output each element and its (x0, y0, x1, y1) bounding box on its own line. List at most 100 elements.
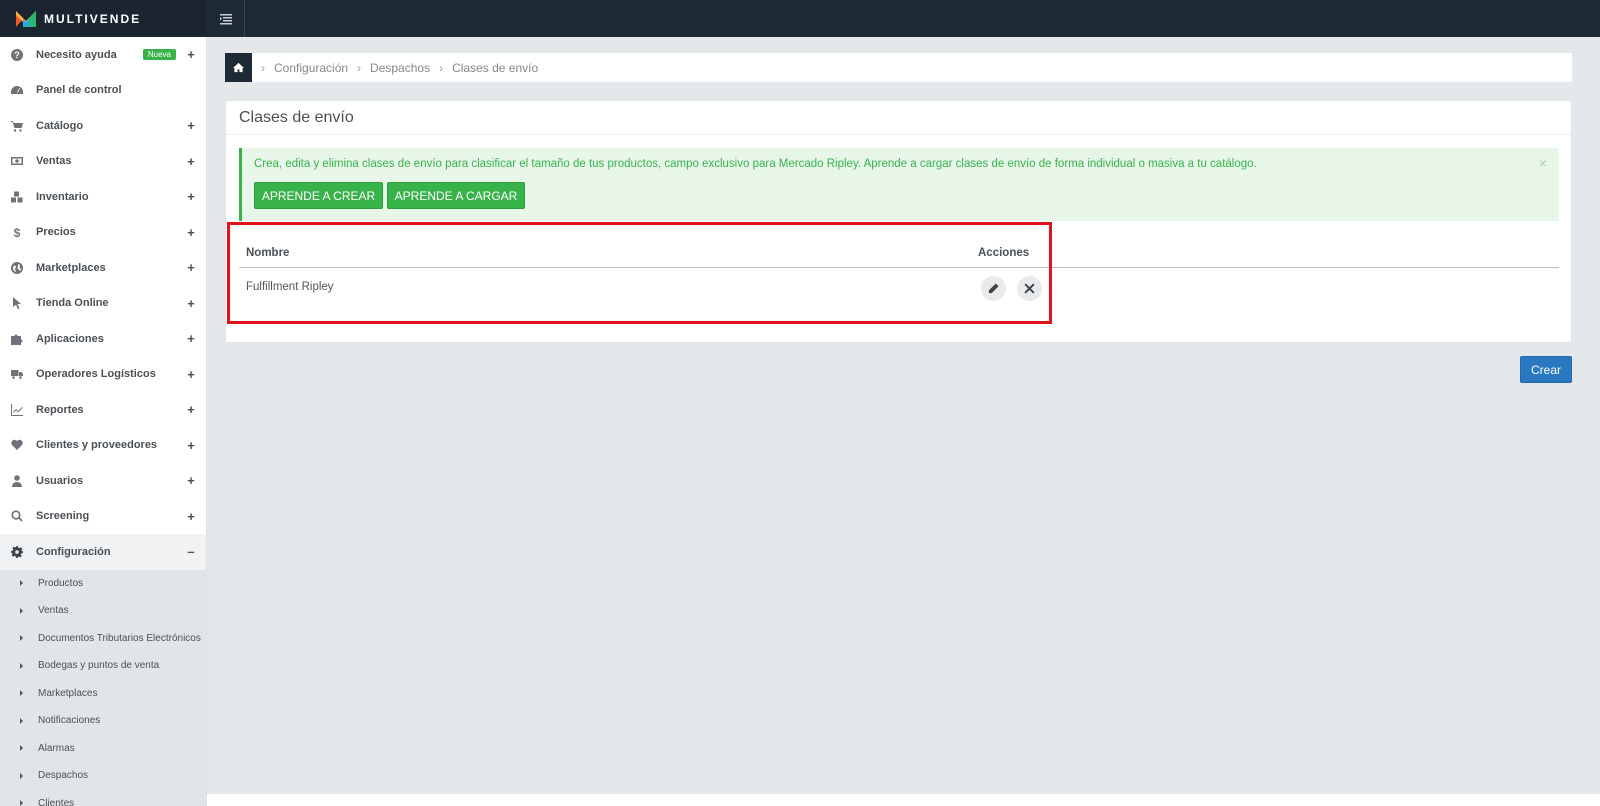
sidebar-item-dashboard[interactable]: Panel de control (0, 73, 206, 109)
sidebar-item-label: Screening (36, 510, 90, 523)
line-chart-icon (10, 403, 24, 417)
sidebar-item-label: Aplicaciones (36, 332, 104, 345)
breadcrumb-item-configuration[interactable]: Configuración (274, 61, 348, 75)
subnav-item-marketplaces[interactable]: Marketplaces (0, 680, 206, 708)
subnav-item-label: Productos (38, 577, 84, 589)
subnav-item-warehouses[interactable]: Bodegas y puntos de venta (0, 652, 206, 680)
dashboard-icon (10, 83, 24, 97)
sidebar-item-label: Usuarios (36, 474, 84, 487)
expand-icon: + (187, 366, 195, 382)
caret-right-icon (20, 745, 23, 752)
subnav-item-label: Marketplaces (38, 687, 98, 699)
shipping-classes-table: Nombre Acciones Fulfillment Ripley (239, 238, 1559, 308)
main-content: › Configuración › Despachos › Clases de … (207, 37, 1600, 806)
sidebar-item-catalog[interactable]: Catálogo + (0, 108, 206, 144)
caret-right-icon (20, 580, 23, 587)
sidebar-item-label: Catálogo (36, 119, 84, 132)
subnav-item-label: Alarmas (38, 742, 75, 754)
sidebar-item-applications[interactable]: Aplicaciones + (0, 321, 206, 357)
svg-text:?: ? (14, 50, 20, 60)
page-title: Clases de envío (226, 101, 1571, 135)
subnav-item-notifications[interactable]: Notificaciones (0, 707, 206, 735)
subnav-item-label: Documentos Tributarios Electrónicos (38, 632, 201, 644)
close-icon[interactable]: × (1539, 155, 1547, 171)
subnav-item-clients[interactable]: Clientes (0, 790, 206, 806)
delete-button[interactable] (1017, 276, 1042, 301)
sidebar-item-label: Tienda Online (36, 297, 109, 310)
subnav-item-label: Despachos (38, 770, 89, 782)
menu-toggle-icon (219, 13, 232, 24)
edit-button[interactable] (981, 276, 1006, 301)
heart-icon (10, 438, 24, 452)
sidebar-item-help[interactable]: ? Necesito ayuda Nueva + (0, 37, 206, 73)
sidebar-item-label: Marketplaces (36, 261, 106, 274)
create-button[interactable]: Crear (1520, 356, 1572, 383)
info-alert: Crea, edita y elimina clases de envío pa… (239, 148, 1559, 221)
sidebar-item-label: Necesito ayuda (36, 48, 117, 61)
shipping-classes-panel: Clases de envío Crea, edita y elimina cl… (225, 100, 1572, 343)
breadcrumb: › Configuración › Despachos › Clases de … (225, 53, 1572, 82)
subnav-item-sales[interactable]: Ventas (0, 597, 206, 625)
multivende-logo-icon (16, 10, 36, 27)
dollar-icon: $ (10, 225, 24, 239)
svg-text:$: $ (14, 226, 21, 238)
user-icon (10, 474, 24, 488)
sidebar: ? Necesito ayuda Nueva + Panel de contro… (0, 37, 207, 806)
expand-icon: + (187, 508, 195, 524)
sidebar-item-marketplaces[interactable]: Marketplaces + (0, 250, 206, 286)
cart-icon (10, 119, 24, 133)
expand-icon: + (187, 437, 195, 453)
breadcrumb-item-shipping[interactable]: Despachos (370, 61, 430, 75)
column-header-name[interactable]: Nombre (246, 247, 289, 259)
sidebar-item-online-store[interactable]: Tienda Online + (0, 286, 206, 322)
alert-text: Crea, edita y elimina clases de envío pa… (254, 158, 1257, 170)
sidebar-item-clients-suppliers[interactable]: Clientes y proveedores + (0, 428, 206, 464)
subnav-item-label: Ventas (38, 605, 69, 617)
truck-icon (10, 367, 24, 381)
expand-icon: + (187, 224, 195, 240)
gear-icon (10, 545, 24, 559)
sidebar-item-users[interactable]: Usuarios + (0, 463, 206, 499)
sidebar-item-sales[interactable]: Ventas + (0, 144, 206, 180)
sidebar-item-screening[interactable]: Screening + (0, 499, 206, 535)
sidebar-toggle-button[interactable] (207, 0, 245, 37)
pointer-icon (10, 296, 24, 310)
brand-name: MULTIVENDE (44, 11, 142, 26)
footer (207, 794, 1600, 806)
expand-icon: + (187, 402, 195, 418)
breadcrumb-separator: › (439, 60, 444, 75)
subnav-item-products[interactable]: Productos (0, 570, 206, 598)
learn-to-create-button[interactable]: APRENDE A CREAR (254, 182, 383, 209)
sidebar-item-label: Configuración (36, 545, 111, 558)
brand[interactable]: MULTIVENDE (0, 0, 207, 37)
sidebar-item-configuration[interactable]: Configuración – (0, 534, 206, 570)
collapse-icon: – (187, 544, 195, 560)
subnav-item-alarms[interactable]: Alarmas (0, 735, 206, 763)
learn-to-load-button[interactable]: APRENDE A CARGAR (387, 182, 525, 209)
subnav-item-shipping[interactable]: Despachos (0, 762, 206, 790)
close-icon (1024, 283, 1035, 294)
caret-right-icon (20, 717, 23, 724)
caret-right-icon (20, 635, 23, 642)
caret-right-icon (20, 772, 23, 779)
sidebar-item-label: Inventario (36, 190, 89, 203)
breadcrumb-home-button[interactable] (225, 53, 252, 82)
breadcrumb-item-current: Clases de envío (452, 60, 539, 75)
subnav-item-tax-documents[interactable]: Documentos Tributarios Electrónicos (0, 625, 206, 653)
sidebar-item-inventory[interactable]: Inventario + (0, 179, 206, 215)
sidebar-item-label: Clientes y proveedores (36, 439, 158, 452)
sidebar-item-prices[interactable]: $ Precios + (0, 215, 206, 251)
sidebar-item-reports[interactable]: Reportes + (0, 392, 206, 428)
money-icon (10, 154, 24, 168)
table-header-row: Nombre Acciones (239, 238, 1559, 268)
expand-icon: + (187, 47, 195, 63)
expand-icon: + (187, 260, 195, 276)
breadcrumb-separator: › (261, 60, 265, 75)
expand-icon: + (187, 295, 195, 311)
sidebar-item-logistics[interactable]: Operadores Logísticos + (0, 357, 206, 393)
shipping-class-name: Fulfillment Ripley (246, 281, 334, 293)
subnav-item-label: Clientes (38, 797, 75, 806)
caret-right-icon (20, 607, 23, 614)
sidebar-item-label: Precios (36, 226, 76, 239)
sidebar-item-label: Reportes (36, 403, 84, 416)
